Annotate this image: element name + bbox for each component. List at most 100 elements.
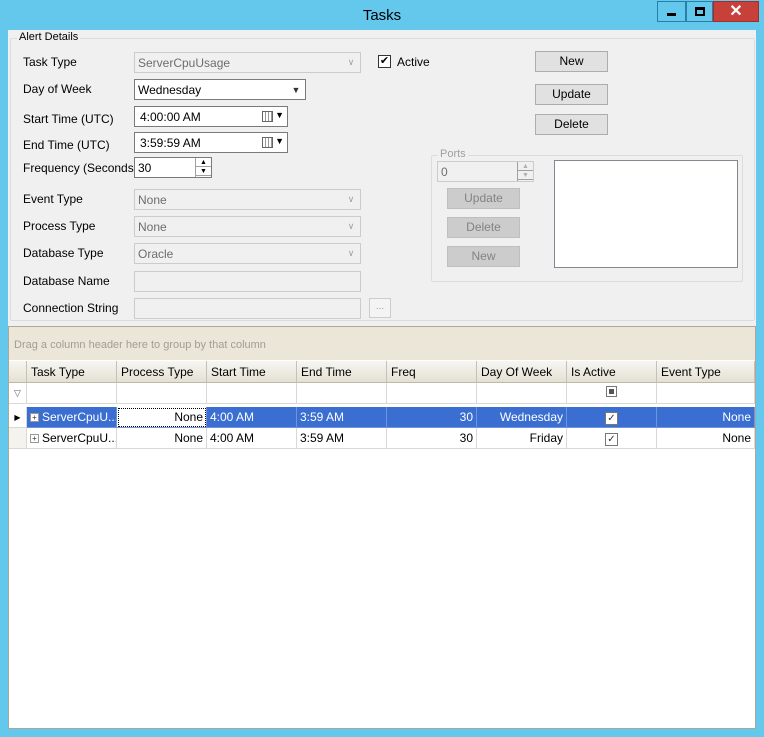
column-header-freq[interactable]: Freq bbox=[387, 361, 477, 383]
column-header-start-time[interactable]: Start Time bbox=[207, 361, 297, 383]
filter-cell-task-type[interactable] bbox=[27, 383, 117, 404]
task-type-combo[interactable]: ServerCpuUsage ∨ bbox=[134, 52, 361, 73]
cell-process-type[interactable]: None bbox=[117, 407, 207, 428]
expand-icon[interactable]: + bbox=[30, 413, 39, 423]
port-spinner[interactable]: 0 ▲ ▼ bbox=[437, 161, 534, 182]
row-indicator[interactable]: ▶ bbox=[9, 407, 27, 428]
ports-update-button[interactable]: Update bbox=[447, 188, 520, 209]
start-time-label: Start Time (UTC) bbox=[23, 112, 114, 126]
active-checkbox[interactable]: ✔ bbox=[378, 55, 391, 68]
calendar-icon[interactable] bbox=[262, 137, 273, 148]
filter-cell-process-type[interactable] bbox=[117, 383, 207, 404]
cell-start-time[interactable]: 4:00 AM bbox=[207, 407, 297, 428]
filter-cell-end-time[interactable] bbox=[297, 383, 387, 404]
task-type-value: ServerCpuUsage bbox=[138, 56, 231, 70]
spin-up-icon[interactable]: ▲ bbox=[196, 158, 211, 167]
process-type-value: None bbox=[138, 220, 167, 234]
column-header-task-type[interactable]: Task Type bbox=[27, 361, 117, 383]
cell-process-type[interactable]: None bbox=[117, 428, 207, 449]
is-active-checkbox[interactable]: ✓ bbox=[605, 412, 618, 425]
delete-button[interactable]: Delete bbox=[535, 114, 608, 135]
database-name-field[interactable] bbox=[134, 271, 361, 292]
cell-event-type[interactable]: None bbox=[657, 407, 755, 428]
close-button[interactable]: ✕ bbox=[713, 1, 759, 22]
is-active-checkbox[interactable]: ✓ bbox=[605, 433, 618, 446]
calendar-icon[interactable] bbox=[262, 111, 273, 122]
cell-end-time[interactable]: 3:59 AM bbox=[297, 428, 387, 449]
group-by-panel[interactable]: Drag a column header here to group by th… bbox=[9, 327, 755, 360]
filter-indicator-cell: ▽ bbox=[9, 383, 27, 404]
cell-end-time[interactable]: 3:59 AM bbox=[297, 407, 387, 428]
task-type-label: Task Type bbox=[23, 55, 77, 69]
cell-freq[interactable]: 30 bbox=[387, 407, 477, 428]
connection-string-browse-button[interactable]: ... bbox=[369, 298, 391, 318]
chevron-down-icon: ∨ bbox=[347, 248, 355, 258]
chevron-down-icon: ∨ bbox=[347, 221, 355, 231]
active-label: Active bbox=[397, 55, 430, 69]
cell-freq[interactable]: 30 bbox=[387, 428, 477, 449]
filter-cell-is-active[interactable] bbox=[567, 383, 657, 404]
cell-day-of-week[interactable]: Wednesday bbox=[477, 407, 567, 428]
maximize-button[interactable] bbox=[686, 1, 713, 22]
spin-down-icon[interactable]: ▼ bbox=[518, 171, 533, 180]
window-title: Tasks bbox=[362, 7, 402, 24]
database-type-label: Database Type bbox=[23, 246, 104, 260]
chevron-down-icon: ∨ bbox=[347, 57, 355, 67]
process-type-combo[interactable]: None ∨ bbox=[134, 216, 361, 237]
event-type-label: Event Type bbox=[23, 192, 83, 206]
filter-row: ▽ bbox=[9, 383, 755, 404]
column-header-is-active[interactable]: Is Active bbox=[567, 361, 657, 383]
column-header-day-of-week[interactable]: Day Of Week bbox=[477, 361, 567, 383]
day-of-week-label: Day of Week bbox=[23, 82, 92, 96]
spin-down-icon[interactable]: ▼ bbox=[196, 167, 211, 176]
task-type-text: ServerCpuU... bbox=[42, 410, 117, 424]
filter-cell-event-type[interactable] bbox=[657, 383, 755, 404]
ports-listbox[interactable] bbox=[554, 160, 738, 268]
database-type-combo[interactable]: Oracle ∨ bbox=[134, 243, 361, 264]
cell-is-active[interactable]: ✓ bbox=[567, 407, 657, 428]
tasks-grid[interactable]: Drag a column header here to group by th… bbox=[8, 326, 756, 729]
connection-string-field[interactable] bbox=[134, 298, 361, 319]
cell-start-time[interactable]: 4:00 AM bbox=[207, 428, 297, 449]
column-header-event-type[interactable]: Event Type bbox=[657, 361, 755, 383]
expand-icon[interactable]: + bbox=[30, 434, 39, 444]
spin-up-icon[interactable]: ▲ bbox=[518, 162, 533, 171]
dropdown-arrow-icon[interactable]: ▼ bbox=[275, 136, 284, 146]
filter-cell-start-time[interactable] bbox=[207, 383, 297, 404]
minimize-button[interactable] bbox=[657, 1, 686, 22]
chevron-down-icon: ▼ bbox=[291, 84, 301, 95]
start-time-picker[interactable]: 4:00:00 AM ▼ bbox=[134, 106, 288, 127]
start-time-value: 4:00:00 AM bbox=[140, 110, 201, 124]
column-header-process-type[interactable]: Process Type bbox=[117, 361, 207, 383]
end-time-picker[interactable]: 3:59:59 AM ▼ bbox=[134, 132, 288, 153]
connection-string-label: Connection String bbox=[23, 301, 119, 315]
end-time-label: End Time (UTC) bbox=[23, 138, 110, 152]
port-spinner-buttons[interactable]: ▲ ▼ bbox=[517, 162, 533, 181]
database-name-label: Database Name bbox=[23, 274, 110, 288]
event-type-combo[interactable]: None ∨ bbox=[134, 189, 361, 210]
column-header-end-time[interactable]: End Time bbox=[297, 361, 387, 383]
process-type-label: Process Type bbox=[23, 219, 96, 233]
end-time-value: 3:59:59 AM bbox=[140, 136, 201, 150]
filter-cell-day-of-week[interactable] bbox=[477, 383, 567, 404]
row-indicator[interactable] bbox=[9, 428, 27, 449]
cell-event-type[interactable]: None bbox=[657, 428, 755, 449]
table-row[interactable]: + ServerCpuU... None 4:00 AM 3:59 AM 30 F… bbox=[9, 428, 755, 449]
ports-new-button[interactable]: New bbox=[447, 246, 520, 267]
ports-delete-button[interactable]: Delete bbox=[447, 217, 520, 238]
table-row[interactable]: ▶ + ServerCpuU... None 4:00 AM 3:59 AM 30… bbox=[9, 407, 755, 428]
new-button[interactable]: New bbox=[535, 51, 608, 72]
cell-is-active[interactable]: ✓ bbox=[567, 428, 657, 449]
dropdown-arrow-icon[interactable]: ▼ bbox=[275, 110, 284, 120]
alert-details-legend: Alert Details bbox=[17, 31, 81, 43]
frequency-spinner[interactable]: 30 ▲ ▼ bbox=[134, 157, 212, 178]
day-of-week-combo[interactable]: Wednesday ▼ bbox=[134, 79, 306, 100]
cell-day-of-week[interactable]: Friday bbox=[477, 428, 567, 449]
filter-cell-freq[interactable] bbox=[387, 383, 477, 404]
cell-task-type[interactable]: + ServerCpuU... bbox=[27, 407, 117, 428]
update-button[interactable]: Update bbox=[535, 84, 608, 105]
filter-checkbox[interactable] bbox=[606, 386, 617, 397]
frequency-spinner-buttons[interactable]: ▲ ▼ bbox=[195, 158, 211, 177]
task-type-text: ServerCpuU... bbox=[42, 431, 117, 445]
cell-task-type[interactable]: + ServerCpuU... bbox=[27, 428, 117, 449]
